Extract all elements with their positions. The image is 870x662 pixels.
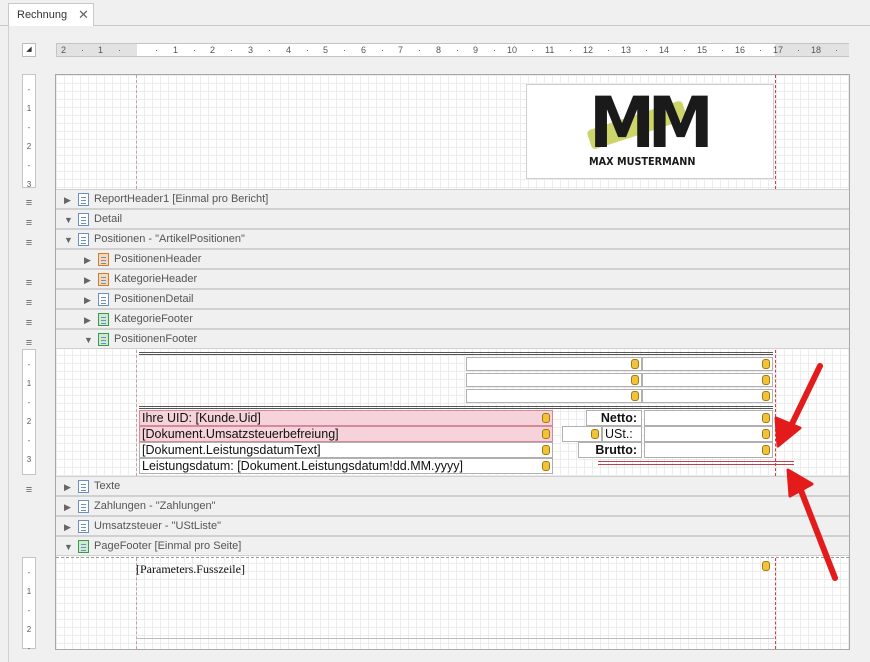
annotation-arrows xyxy=(774,363,838,581)
annotation-arrow-upper xyxy=(774,363,823,448)
annotation-arrow-lower xyxy=(786,468,838,581)
